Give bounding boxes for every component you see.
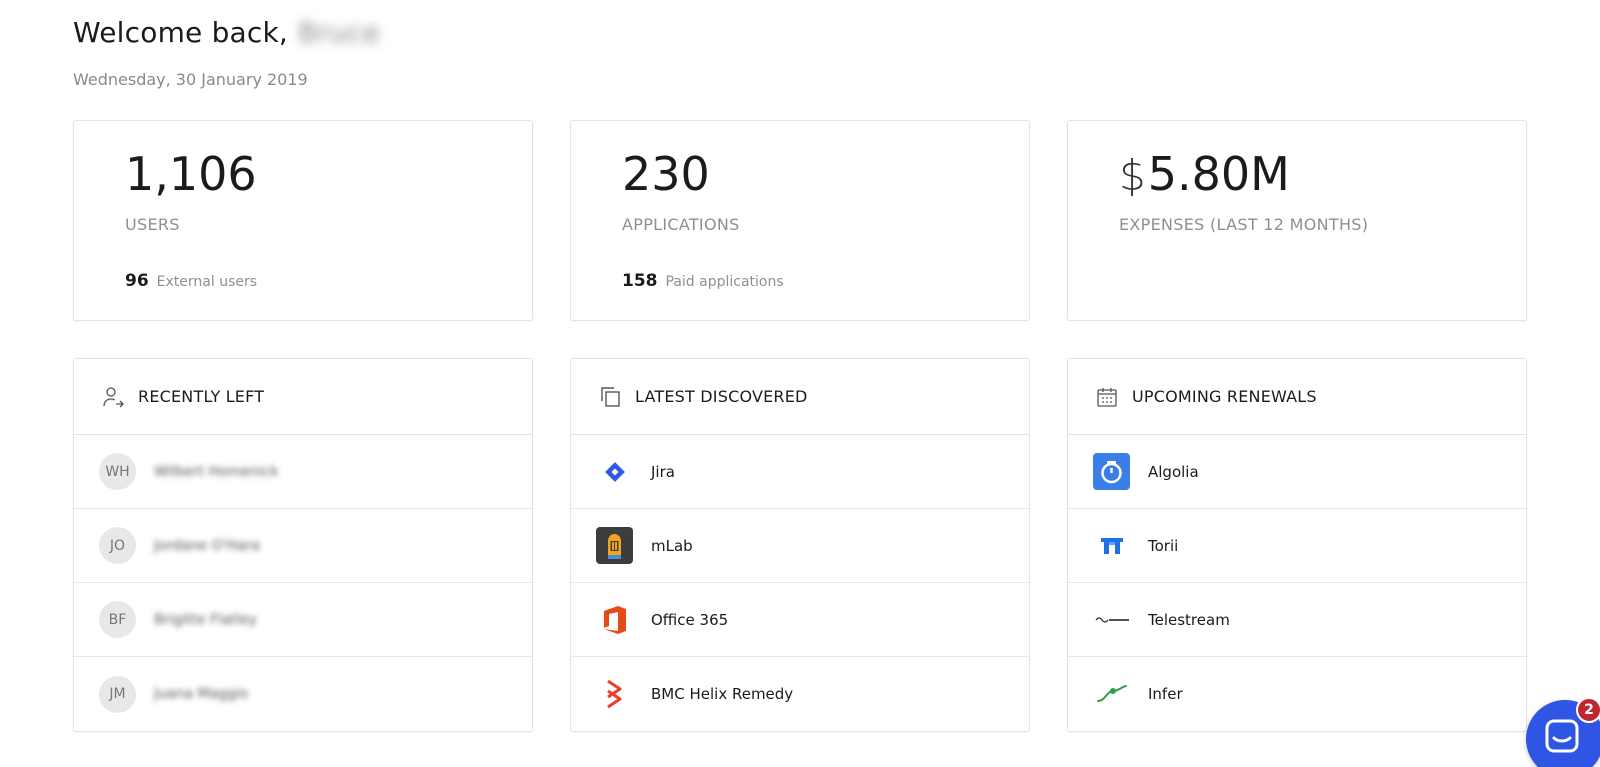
avatar: BF	[99, 601, 136, 638]
list-item[interactable]: Algolia	[1068, 435, 1526, 509]
list-item[interactable]: Infer	[1068, 657, 1526, 731]
expenses-value: 5.80M	[1147, 147, 1290, 201]
app-name[interactable]: Office 365	[651, 611, 728, 629]
upcoming-renewals-header: UPCOMING RENEWALS	[1068, 359, 1526, 435]
recently-left-header: RECENTLY LEFT	[74, 359, 532, 435]
user-name: Bruce	[298, 15, 381, 49]
upcoming-renewals-card: UPCOMING RENEWALS Algolia Torii Telestre…	[1067, 358, 1527, 732]
applications-label: APPLICATIONS	[622, 215, 740, 234]
mlab-logo-icon	[596, 527, 633, 564]
chat-unread-badge: 2	[1576, 697, 1600, 723]
person-name[interactable]: Juana Maggio	[154, 686, 248, 702]
algolia-logo-icon	[1093, 453, 1130, 490]
paid-applications: 158 Paid applications	[622, 271, 784, 291]
list-item[interactable]: BF Brigitte Flatley	[74, 583, 532, 657]
welcome-title: Welcome back, Bruce	[73, 12, 380, 52]
welcome-prefix: Welcome back,	[73, 15, 289, 49]
person-name[interactable]: Jordane O'Hara	[154, 538, 260, 554]
paid-applications-label: Paid applications	[665, 274, 784, 290]
person-name[interactable]: Wilbert Homenick	[154, 464, 278, 480]
list-item[interactable]: Jira	[571, 435, 1029, 509]
app-name[interactable]: BMC Helix Remedy	[651, 685, 793, 703]
latest-discovered-card: LATEST DISCOVERED Jira mLab Office 365 B…	[570, 358, 1030, 732]
avatar: JO	[99, 527, 136, 564]
bmc-helix-logo-icon	[596, 676, 633, 713]
users-count: 1,106	[125, 147, 257, 201]
list-item[interactable]: Telestream	[1068, 583, 1526, 657]
torii-logo-icon	[1093, 527, 1130, 564]
person-name[interactable]: Brigitte Flatley	[154, 612, 257, 628]
office365-logo-icon	[596, 601, 633, 638]
list-item[interactable]: JM Juana Maggio	[74, 657, 532, 731]
users-stat-card[interactable]: 1,106 USERS 96 External users	[73, 120, 533, 321]
app-name[interactable]: mLab	[651, 537, 693, 555]
paid-applications-count: 158	[622, 271, 658, 291]
app-name[interactable]: Torii	[1148, 537, 1178, 555]
applications-count: 230	[622, 147, 710, 201]
infer-logo-icon	[1093, 676, 1130, 713]
user-exit-icon	[100, 384, 126, 410]
calendar-icon	[1094, 384, 1120, 410]
external-users: 96 External users	[125, 271, 257, 291]
telestream-logo-icon	[1093, 601, 1130, 638]
jira-logo-icon	[596, 453, 633, 490]
external-users-count: 96	[125, 271, 149, 291]
app-name[interactable]: Algolia	[1148, 463, 1199, 481]
recently-left-title: RECENTLY LEFT	[138, 387, 265, 406]
expenses-stat-card[interactable]: $ 5.80M EXPENSES (LAST 12 MONTHS)	[1067, 120, 1527, 321]
currency-symbol: $	[1119, 151, 1146, 200]
expenses-amount: $ 5.80M	[1119, 151, 1290, 197]
list-item[interactable]: Torii	[1068, 509, 1526, 583]
list-item[interactable]: BMC Helix Remedy	[571, 657, 1029, 731]
latest-discovered-title: LATEST DISCOVERED	[635, 387, 808, 406]
app-name[interactable]: Jira	[651, 463, 675, 481]
page-header: Welcome back, Bruce Wednesday, 30 Januar…	[73, 12, 380, 90]
chat-icon	[1545, 719, 1579, 753]
external-users-label: External users	[156, 274, 258, 290]
app-name[interactable]: Infer	[1148, 685, 1183, 703]
avatar: WH	[99, 453, 136, 490]
upcoming-renewals-title: UPCOMING RENEWALS	[1132, 387, 1317, 406]
expenses-label: EXPENSES (LAST 12 MONTHS)	[1119, 215, 1369, 234]
list-item[interactable]: WH Wilbert Homenick	[74, 435, 532, 509]
users-label: USERS	[125, 215, 180, 234]
dashboard-page: Welcome back, Bruce Wednesday, 30 Januar…	[0, 0, 1600, 767]
recently-left-card: RECENTLY LEFT WH Wilbert Homenick JO Jor…	[73, 358, 533, 732]
latest-discovered-header: LATEST DISCOVERED	[571, 359, 1029, 435]
app-name[interactable]: Telestream	[1148, 611, 1230, 629]
list-item[interactable]: Office 365	[571, 583, 1029, 657]
list-item[interactable]: mLab	[571, 509, 1029, 583]
applications-stat-card[interactable]: 230 APPLICATIONS 158 Paid applications	[570, 120, 1030, 321]
copy-icon	[597, 384, 623, 410]
avatar: JM	[99, 675, 136, 713]
current-date: Wednesday, 30 January 2019	[73, 70, 308, 89]
list-item[interactable]: JO Jordane O'Hara	[74, 509, 532, 583]
